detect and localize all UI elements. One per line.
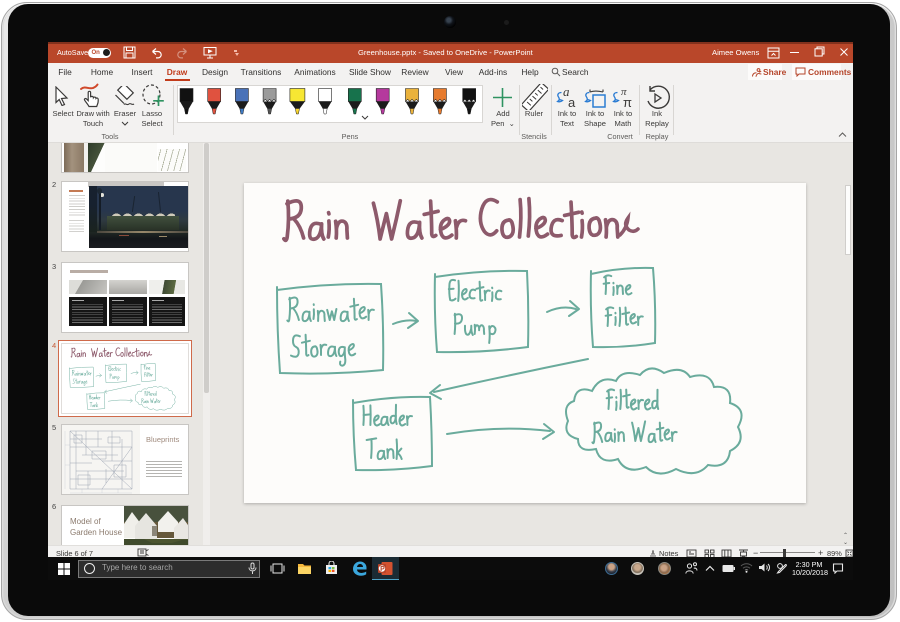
svg-text:π: π: [623, 95, 632, 110]
svg-text:P: P: [380, 566, 385, 573]
svg-text:a: a: [568, 95, 576, 110]
